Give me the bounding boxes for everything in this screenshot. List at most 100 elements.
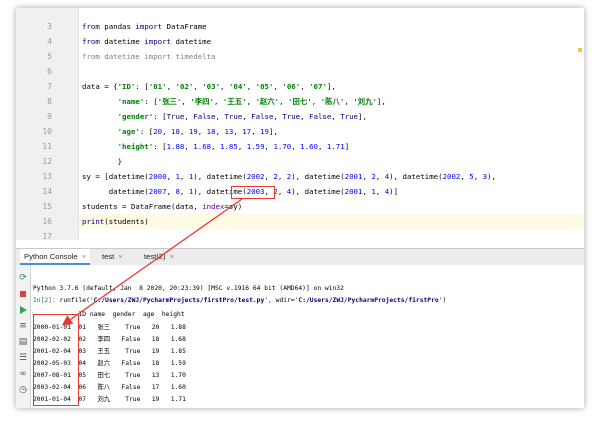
line-number: 3 <box>47 22 52 31</box>
code-token: '05' <box>255 82 274 91</box>
code-token: , <box>181 97 191 106</box>
code-token: , <box>162 127 172 136</box>
code-token: 'age' <box>117 127 140 136</box>
code-token: , <box>179 187 189 196</box>
code-token: 18 <box>206 127 216 136</box>
code-token: ), <box>487 172 496 181</box>
tab-python-console[interactable]: Python Console × <box>20 249 91 265</box>
code-line[interactable]: 'height': [1.88, 1.68, 1.85, 1.59, 1.70,… <box>82 139 350 154</box>
code-token: 1.60 <box>300 142 318 151</box>
soft-wrap-icon[interactable]: ☰ <box>18 353 28 363</box>
code-token: '李四' <box>190 97 214 106</box>
variables-icon[interactable]: ≡ <box>18 321 28 331</box>
code-token: index <box>202 202 225 211</box>
code-token: : [ <box>144 97 158 106</box>
tab-label: test <box>102 252 115 261</box>
code-token: ], <box>269 127 278 136</box>
code-token: '02' <box>175 82 194 91</box>
code-token: from <box>82 37 105 46</box>
close-icon[interactable]: × <box>118 252 122 261</box>
code-token: : [ <box>139 127 154 136</box>
scrollbar-marker[interactable] <box>578 48 582 52</box>
code-token: sy = [datetime( <box>82 172 149 181</box>
code-token: , <box>166 82 176 91</box>
code-token: , <box>311 97 321 106</box>
code-token: , <box>344 97 354 106</box>
print-icon[interactable]: ▤ <box>18 337 28 347</box>
code-token: ], <box>376 97 386 106</box>
code-token: , <box>197 127 207 136</box>
code-token: ), datetime( <box>291 187 345 196</box>
code-token: , <box>273 112 283 121</box>
code-token: , <box>184 142 194 151</box>
code-token: 'name' <box>117 97 145 106</box>
code-token: datetime <box>175 37 212 46</box>
line-number: 12 <box>42 157 52 166</box>
code-token: 1.85 <box>220 142 238 151</box>
code-line[interactable]: students = DataFrame(data, index=sy) <box>82 199 242 214</box>
code-token: ], <box>358 112 367 121</box>
code-line[interactable]: from pandas import DataFrame <box>82 19 207 34</box>
command-wdir: C:/Users/ZWJ/PycharmProjects/firstPro <box>298 297 439 304</box>
tab-test[interactable]: test × <box>98 249 127 265</box>
code-token: , <box>331 112 341 121</box>
code-token: , <box>473 172 483 181</box>
code-token: : [ <box>153 112 167 121</box>
code-token: 2002 <box>442 172 461 181</box>
code-token: , <box>179 172 189 181</box>
code-editor[interactable]: 3 4 5 6 7 8 9 10 11 12 13 14 15 16 17 from pandas impo… <box>16 8 584 241</box>
settings-icon[interactable]: ◷ <box>18 385 28 395</box>
code-token: , <box>375 172 385 181</box>
code-token: , <box>300 112 310 121</box>
code-token: 2001 <box>344 172 363 181</box>
rerun-icon[interactable]: ⟳ <box>18 273 28 283</box>
close-icon[interactable]: × <box>170 252 174 261</box>
code-token: ] <box>344 142 350 151</box>
code-token: , <box>220 82 229 91</box>
console-banner: Python 3.7.6 (default, Jan 8 2020, 20:23… <box>33 285 344 292</box>
code-token: '王五' <box>222 97 247 106</box>
line-number: 14 <box>42 187 52 196</box>
close-icon[interactable]: × <box>82 252 86 261</box>
command-text: ') <box>438 297 447 304</box>
stop-icon[interactable] <box>18 289 28 299</box>
code-token: import <box>144 37 176 46</box>
code-line[interactable]: from datetime import datetime <box>82 34 211 49</box>
tab-test-2[interactable]: test(2) × <box>140 249 178 265</box>
code-line[interactable]: } <box>82 154 122 169</box>
code-token: , <box>211 142 221 151</box>
history-icon[interactable]: ∞ <box>18 369 28 379</box>
line-number-gutter: 3 4 5 6 7 8 9 10 11 12 13 14 15 16 17 <box>16 8 79 241</box>
code-line[interactable]: 'gender': [True, False, True, False, Tru… <box>82 109 367 124</box>
code-token: 2000 <box>148 172 167 181</box>
code-line[interactable]: data = {'ID': ['01', '02', '03', '04', '… <box>82 79 336 94</box>
code-token: DataFrame <box>166 22 207 31</box>
code-token: datetime( <box>82 187 149 196</box>
line-number: 9 <box>47 112 52 121</box>
code-token: data = { <box>82 82 118 91</box>
code-token: , <box>291 142 301 151</box>
code-line[interactable]: 'age': [20, 18, 19, 18, 13, 17, 19], <box>82 124 278 139</box>
code-token: (students) <box>104 217 149 226</box>
run-icon[interactable] <box>18 305 28 315</box>
code-token: , <box>179 127 189 136</box>
code-token: 19 <box>188 127 198 136</box>
code-line[interactable]: from datetime import timedelta <box>82 49 216 64</box>
code-line[interactable]: 'name': ['张三', '李四', '王五', '赵六', '田七', '… <box>82 94 386 109</box>
code-line[interactable]: sy = [datetime(2000, 1, 1), datetime(200… <box>82 169 496 184</box>
code-token: '张三' <box>157 97 182 106</box>
line-number: 13 <box>42 172 52 181</box>
console-command: In[2]: runfile('C:/Users/ZWJ/PycharmProj… <box>33 295 446 306</box>
line-number: 4 <box>47 37 52 46</box>
code-token: '04' <box>228 82 247 91</box>
code-token: 1.88 <box>166 142 185 151</box>
code-token: '07' <box>309 82 327 91</box>
python-console-output[interactable]: Python 3.7.6 (default, Jan 8 2020, 20:23… <box>31 265 584 408</box>
code-token: '03' <box>202 82 221 91</box>
dataframe-index-annotation-box <box>33 314 79 406</box>
code-token: , <box>277 187 287 196</box>
code-token: 1.70 <box>273 142 292 151</box>
code-line[interactable]: print(students) <box>82 214 149 229</box>
